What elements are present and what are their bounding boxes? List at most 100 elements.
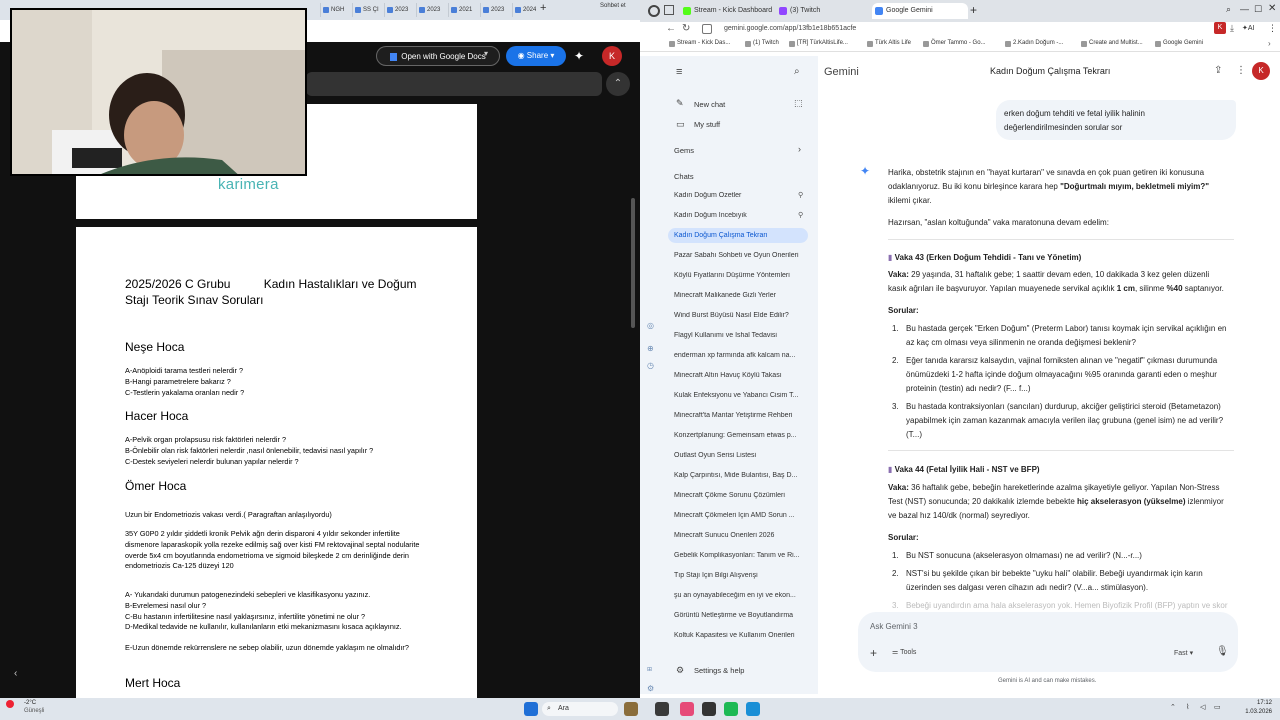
windows-start-icon[interactable] [524, 702, 538, 716]
browser-avatar[interactable]: K [1214, 22, 1226, 34]
prompt-input[interactable]: Ask Gemini 3 [870, 622, 918, 631]
mode-selector[interactable]: Fast ▾ [1174, 649, 1193, 657]
url-field[interactable]: gemini.google.com/app/13fb1e18b651acfe [724, 23, 856, 35]
tab-gemini[interactable]: Google Gemini [872, 3, 968, 19]
weather-temp[interactable]: -2°C [24, 700, 36, 706]
bookmark-item[interactable]: Ömer Tammo - Go... [922, 40, 986, 47]
chat-item[interactable]: Minecraft Sunucu Önerileri 2026 [674, 532, 804, 539]
chat-item[interactable]: Tıp Stajı İçin Bilgi Alışverişi [674, 572, 804, 579]
more-icon[interactable]: ⋮ [1236, 65, 1246, 76]
chat-item[interactable]: Pazar Sabahı Sohbeti ve Oyun Önerileri [674, 252, 804, 259]
taskbar-app-icon[interactable] [655, 702, 669, 716]
spotify-icon[interactable] [724, 702, 738, 716]
rail-icon[interactable]: ⊞ [647, 666, 652, 673]
chat-item[interactable]: Kalp Çarpıntısı, Mide Bulantısı, Baş D..… [674, 472, 804, 479]
edge-icon[interactable] [746, 702, 760, 716]
rail-icon[interactable]: ⊕ [647, 344, 654, 353]
left-tab[interactable]: NGH [320, 3, 350, 17]
chat-item[interactable]: Minecraft Altın Havuç Köylü Takası [674, 372, 804, 379]
left-tab[interactable]: 2023 [480, 3, 510, 17]
network-icon[interactable]: ⌇ [1186, 703, 1189, 711]
avatar[interactable]: K [602, 46, 622, 66]
tools-button[interactable]: ⚌ Tools [892, 648, 916, 656]
open-with-docs-button[interactable]: Open with Google Docs [376, 46, 500, 66]
docs-search-field[interactable] [306, 72, 602, 96]
tab-kick[interactable]: Stream - Kick Dashboard [680, 3, 774, 19]
new-tab-icon[interactable]: + [970, 3, 977, 17]
opera-icon[interactable] [680, 702, 694, 716]
chat-item[interactable]: enderman xp farmında afk kalcam na... [674, 352, 804, 359]
chat-item[interactable]: Minecraft Çökme Sorunu Çözümleri [674, 492, 804, 499]
chat-item[interactable]: Minecraft Malikanede Gizli Yerler [674, 292, 804, 299]
back-icon[interactable]: ← [666, 23, 676, 34]
chevron-down-icon[interactable]: ▾ [484, 49, 488, 58]
chat-item[interactable]: Minecraft'ta Mantar Yetiştirme Rehberi [674, 412, 804, 419]
settings-icon[interactable]: ⚙ [647, 684, 654, 693]
share-icon[interactable]: ⇪ [1214, 65, 1222, 76]
minimize-icon[interactable]: — [1240, 4, 1249, 14]
browser-logo-icon[interactable] [648, 5, 660, 17]
chat-item[interactable]: Kulak Enfeksiyonu ve Yabancı Cisim T... [674, 392, 804, 399]
left-tab[interactable]: 2021 [448, 3, 478, 17]
menu-icon[interactable]: ≡ [676, 66, 682, 78]
new-chat-button[interactable]: New chat [694, 100, 725, 109]
new-tab-icon[interactable]: + [540, 2, 546, 14]
bookmark-item[interactable]: Türk Altis Life [866, 40, 911, 47]
clock-date[interactable]: 1.03.2026 [1230, 709, 1272, 715]
close-icon[interactable]: ✕ [1268, 3, 1276, 14]
chat-item[interactable]: şu an oynayabileceğim en iyi ve ekon... [674, 592, 804, 599]
chevron-up-icon[interactable]: ⌃ [1170, 703, 1176, 711]
reload-icon[interactable]: ↻ [682, 23, 690, 34]
scrollbar[interactable] [631, 198, 635, 328]
search-icon[interactable]: ⌕ [1226, 4, 1231, 15]
settings-help-button[interactable]: Settings & help [694, 666, 744, 675]
gemini-spark-icon[interactable]: ✦ [574, 48, 590, 64]
search-icon[interactable]: ⌕ [794, 66, 800, 77]
chat-item[interactable]: Flagyl Kullanımı ve İshal Tedavisi [674, 332, 804, 339]
bookmark-item[interactable]: Create and Multist... [1080, 40, 1143, 47]
chevron-up-icon[interactable]: ⌃ [606, 72, 630, 96]
more-icon[interactable]: ⋮ [1268, 23, 1277, 34]
taskbar-app-icon[interactable] [702, 702, 716, 716]
site-info-icon[interactable] [702, 24, 712, 34]
bookmark-item[interactable]: Stream - Kick Das... [668, 40, 730, 47]
clock-time[interactable]: 17:12 [1242, 700, 1272, 706]
my-stuff-button[interactable]: My stuff [694, 120, 720, 129]
chat-item[interactable]: Wind Burst Büyüsü Nasıl Elde Edilir? [674, 312, 804, 319]
conversation-title[interactable]: Kadın Doğum Çalışma Tekrarı [990, 66, 1110, 76]
left-tab[interactable]: 2023 [416, 3, 446, 17]
chat-item[interactable]: Koltuk Kapasitesi ve Kullanım Önerileri [674, 632, 804, 639]
left-tab[interactable]: 2024 [512, 3, 536, 17]
chevron-left-icon[interactable]: ‹ [14, 668, 17, 679]
add-icon[interactable]: + [870, 646, 877, 660]
sidebar-toggle-icon[interactable]: ⬚ [794, 98, 803, 109]
chat-item[interactable]: Köylü Fiyatlarını Düşürme Yöntemleri [674, 272, 804, 279]
share-button[interactable]: ◉ Share ▾ [506, 46, 566, 66]
microphone-icon[interactable]: 🎙 [1216, 646, 1229, 657]
left-profile-label[interactable]: Sohbet et [600, 3, 626, 9]
pin-icon[interactable]: ⚲ [798, 211, 803, 219]
rail-icon[interactable]: ◎ [647, 321, 654, 330]
chat-item[interactable]: Gebelik Komplikasyonları: Tanım ve Ri... [674, 552, 804, 559]
maximize-icon[interactable]: ☐ [1254, 4, 1262, 15]
bookmark-item[interactable]: (1) Twitch [744, 40, 779, 47]
left-tab[interactable]: SS ÇI [352, 3, 382, 17]
weather-desc[interactable]: Güneşli [24, 708, 44, 714]
tab-actions-icon[interactable] [664, 5, 674, 15]
volume-icon[interactable]: ◁ [1200, 703, 1205, 711]
bookmark-item[interactable]: Google Gemini [1154, 40, 1203, 47]
chevron-right-icon[interactable]: › [798, 144, 801, 154]
chat-item[interactable]: Minecraft Çökmeleri İçin AMD Sorun ... [674, 512, 804, 519]
tab-twitch[interactable]: (3) Twitch [776, 3, 870, 19]
download-icon[interactable]: ⤓ [1230, 23, 1234, 34]
chat-item[interactable]: Kadın Doğum Özetler [674, 192, 804, 199]
taskbar-app-icon[interactable] [624, 702, 638, 716]
chat-item[interactable]: Konzertplanung: Gemeinsam etwas p... [674, 432, 804, 439]
chat-item[interactable]: Görüntü Netleştirme ve Boyutlandırma [674, 612, 804, 619]
chevron-right-icon[interactable]: › [1268, 39, 1271, 48]
battery-icon[interactable]: ▭ [1214, 703, 1221, 711]
avatar[interactable]: K [1252, 62, 1270, 80]
bookmark-item[interactable]: 2.Kadın Doğum -... [1004, 40, 1063, 47]
ai-button[interactable]: ✦AI [1242, 24, 1255, 32]
bookmark-item[interactable]: [TR] TürkAltisLife... [788, 40, 848, 47]
